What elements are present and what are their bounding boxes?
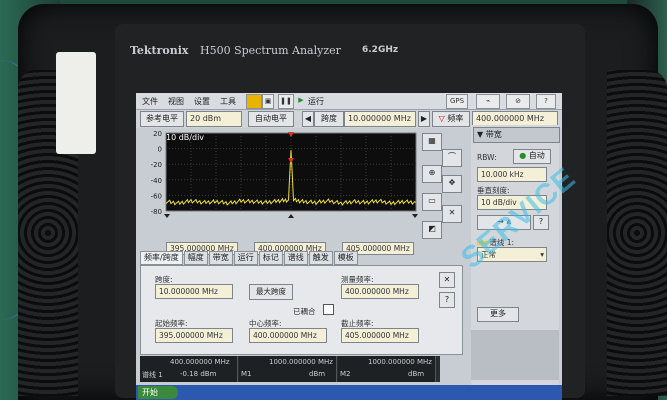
panel-close-button[interactable]: ✕ [439, 272, 455, 288]
menu-bar: 文件 视图 设置 工具 ▣ ❚❚ ▶ 运行 GPS ⌁ ⊘ ? [136, 93, 562, 110]
panel-help-button[interactable]: ? [439, 292, 455, 308]
zoom-icon[interactable]: ⊕ [422, 165, 442, 183]
tool-palette-icon[interactable]: ◩ [422, 221, 442, 239]
auto-indicator-icon: ● [519, 151, 527, 160]
linked-checkbox[interactable] [323, 304, 334, 315]
stop-freq-input[interactable]: 405.000000 MHz [341, 328, 419, 343]
marker-readouts: 400.000000 MHz 谱线 1 -0.18 dBm 1000.00000… [140, 356, 440, 382]
tool-peak-icon[interactable]: ⌒ [442, 149, 462, 167]
y-tick-label: 20 [153, 131, 162, 138]
tab-bandwidth[interactable]: 带宽 [208, 251, 233, 265]
start-button[interactable]: 开始 [138, 386, 178, 399]
marker-1-level: -0.18 dBm [180, 370, 217, 378]
tab-freq-span[interactable]: 频率/跨度 [140, 251, 183, 265]
marker-3-name: M2 [340, 370, 351, 378]
help-button[interactable]: ? [536, 94, 556, 109]
span-left-arrow-icon[interactable]: ◀ [302, 111, 314, 127]
rbw-field[interactable]: 10.000 kHz [477, 167, 547, 182]
more-button[interactable]: 更多 [477, 307, 519, 322]
antenna-icon[interactable]: ⌁ [476, 94, 500, 109]
run-icon[interactable]: ▶ [296, 94, 306, 107]
y-tick-label: -20 [151, 161, 162, 169]
ref-level-field[interactable]: 20 dBm [186, 111, 242, 127]
menu-file[interactable]: 文件 [142, 96, 158, 107]
menu-tools[interactable]: 工具 [220, 96, 236, 107]
right-grip [607, 70, 667, 396]
spectrum-plot: 20 0 -20 -40 -60 -80 10 dB/div [136, 130, 418, 241]
rbw-auto-label: 自动 [528, 151, 545, 160]
tab-bar: 频率/跨度 幅度 带宽 运行 标记 谱线 触发 模板 [140, 251, 359, 265]
span-field[interactable]: 10.000000 MHz [344, 111, 416, 127]
tool-marker-icon[interactable]: ▭ [422, 193, 442, 211]
ref-level-button[interactable]: 参考电平 [140, 111, 184, 127]
max-frequency: 6.2GHz [362, 45, 399, 55]
chevron-down-icon: ▾ [540, 250, 544, 259]
signal-icon[interactable]: ⊘ [506, 94, 530, 109]
span-button[interactable]: 跨度 [314, 111, 344, 127]
model-name: H500 Spectrum Analyzer [200, 44, 341, 57]
linked-label: 已耦合 [293, 307, 316, 316]
marker-2-level: dBm [309, 370, 326, 378]
close-icon[interactable]: ✕ [442, 205, 462, 223]
stop-marker [412, 214, 418, 218]
marker-readout-1: 400.000000 MHz 谱线 1 -0.18 dBm [140, 356, 238, 382]
auto-level-button[interactable]: 自动电平 [248, 111, 294, 127]
y-tick-label: 0 [158, 146, 162, 154]
camera-icon[interactable]: ▣ [262, 94, 274, 109]
tab-amplitude[interactable]: 幅度 [183, 251, 208, 265]
taskbar: 开始 [136, 385, 562, 400]
marker-3-freq: 1000.000000 MHz [368, 358, 432, 366]
menu-setup[interactable]: 设置 [194, 96, 210, 107]
y-tick-label: -60 [151, 192, 162, 200]
pause-button[interactable]: ❚❚ [278, 94, 294, 109]
freq-label: 频率 [447, 114, 464, 123]
span-right-arrow-icon[interactable]: ▶ [418, 111, 430, 127]
tab-trigger[interactable]: 触发 [308, 251, 333, 265]
y-tick-label: -80 [151, 208, 162, 216]
freq-span-panel: 跨度: 10.000000 MHz 最大跨度 测量频率: 400.000000 … [140, 265, 463, 355]
start-marker [164, 214, 170, 218]
menu-view[interactable]: 视图 [168, 96, 184, 107]
tab-traces[interactable]: 谱线 [283, 251, 308, 265]
tab-run[interactable]: 运行 [233, 251, 258, 265]
paper-sticker [56, 52, 96, 154]
y-tick-label: -40 [151, 177, 162, 185]
start-freq-input[interactable]: 395.000000 MHz [155, 328, 233, 343]
marker-3-level: dBm [408, 370, 425, 378]
marker-1-name: 谱线 1 [142, 371, 163, 379]
marker-1-freq: 400.000000 MHz [170, 358, 230, 366]
scale-label: 10 dB/div [166, 133, 205, 142]
marker-2-name: M1 [241, 370, 252, 378]
spectrum-svg: 20 0 -20 -40 -60 -80 [151, 130, 418, 218]
palette-icon[interactable] [246, 94, 262, 109]
span-input[interactable]: 10.000000 MHz [155, 284, 233, 299]
freq-button[interactable]: ▽ 频率 [432, 111, 470, 127]
tab-markers[interactable]: 标记 [258, 251, 283, 265]
right-panel-footer [471, 330, 559, 380]
move-icon[interactable]: ✥ [442, 175, 462, 193]
marker-readout-2: 1000.000000 MHz M1 dBm [239, 356, 337, 382]
marker-readout-3: 1000.000000 MHz M2 dBm [338, 356, 436, 382]
marker-2-freq: 1000.000000 MHz [269, 358, 333, 366]
rbw-label: RBW: [477, 153, 497, 162]
brand-logo: Tektronix [130, 44, 189, 57]
tab-mask[interactable]: 模板 [333, 251, 358, 265]
rbw-auto-button[interactable]: ● 自动 [513, 149, 551, 164]
run-label[interactable]: 运行 [308, 96, 324, 107]
center-freq-input[interactable]: 400.000000 MHz [249, 328, 327, 343]
tool-waveform-icon[interactable]: ▦ [422, 133, 442, 151]
max-span-button[interactable]: 最大跨度 [249, 284, 293, 300]
gps-button[interactable]: GPS [446, 94, 468, 109]
measure-freq-input[interactable]: 400.000000 MHz [341, 284, 419, 299]
center-marker [288, 214, 294, 218]
bandwidth-section-header[interactable]: ▼ 带宽 [473, 127, 560, 143]
